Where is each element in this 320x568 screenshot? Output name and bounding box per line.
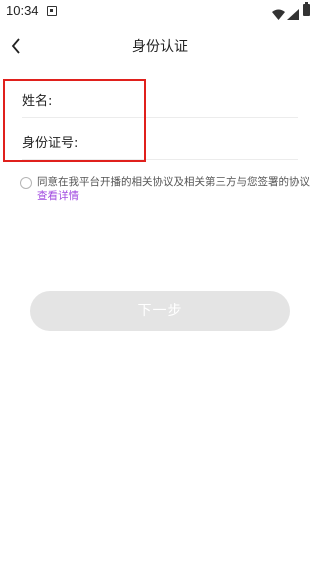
notification-a-icon: [47, 6, 57, 16]
agreement-body: 同意在我平台开播的相关协议及相关第三方与您签署的协议: [37, 176, 310, 188]
next-step-button[interactable]: 下一步: [30, 291, 290, 331]
id-number-row: 身份证号:: [22, 120, 298, 160]
status-bar: 10:34: [0, 0, 320, 24]
id-number-label: 身份证号:: [22, 136, 79, 151]
battery-icon: [303, 2, 310, 16]
signal-icon: [287, 5, 299, 24]
identity-form: 姓名: 身份证号:: [22, 78, 298, 160]
status-time: 10:34: [6, 3, 39, 18]
agreement-text: 同意在我平台开播的相关协议及相关第三方与您签署的协议查看详情: [37, 175, 310, 203]
name-label: 姓名:: [22, 94, 53, 109]
name-row: 姓名:: [22, 78, 298, 118]
header: 身份认证: [0, 26, 320, 66]
name-input[interactable]: [56, 84, 298, 112]
page-title: 身份认证: [132, 39, 188, 55]
agree-checkbox[interactable]: [20, 177, 32, 189]
wifi-icon: [272, 5, 285, 24]
id-number-input[interactable]: [80, 126, 298, 154]
view-details-link[interactable]: 查看详情: [37, 190, 79, 202]
